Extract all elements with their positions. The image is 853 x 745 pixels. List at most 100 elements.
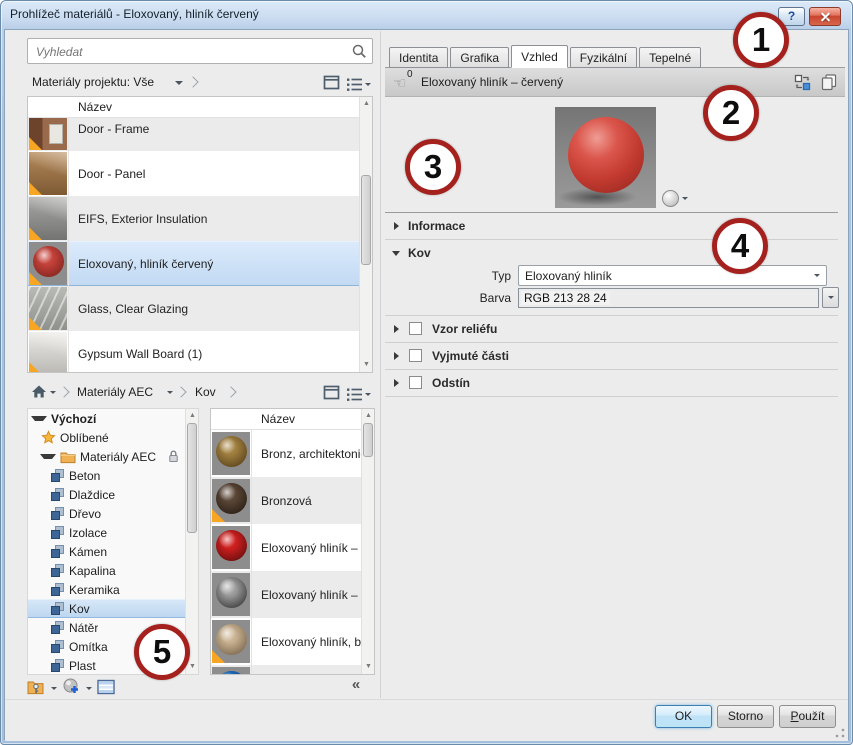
collapse-icon[interactable] [392, 251, 400, 256]
breadcrumb-chevron-icon [58, 386, 70, 398]
duplicate-asset-icon[interactable] [821, 74, 837, 94]
section-odstin[interactable]: Odstín [385, 370, 838, 396]
material-thumbnail [212, 573, 250, 616]
storno-button[interactable]: Storno [717, 705, 774, 728]
tree-item[interactable]: Izolace [28, 523, 198, 542]
warning-icon [29, 362, 42, 372]
breadcrumb-kov[interactable]: Kov [195, 385, 216, 399]
view-type-dropdown-icon[interactable] [365, 392, 371, 396]
scroll-up-icon[interactable]: ▲ [363, 410, 374, 422]
folder-icon [60, 449, 76, 465]
barva-dropdown-button[interactable] [822, 287, 839, 308]
typ-combobox[interactable]: Eloxovaný hliník [518, 265, 827, 286]
barva-color-swatch[interactable]: RGB 213 28 24 [518, 288, 819, 308]
expand-icon[interactable] [394, 222, 399, 230]
window-title: Prohlížeč materiálů - Eloxovaný, hliník … [10, 7, 259, 21]
tree-item[interactable]: Dlaždice [28, 485, 198, 504]
material-row[interactable]: Gypsum Wall Board (1) [28, 331, 359, 372]
expand-icon[interactable] [394, 352, 399, 360]
ok-button[interactable]: OK [655, 705, 712, 728]
manage-library-icon[interactable] [27, 679, 46, 698]
scroll-down-icon[interactable]: ▼ [187, 661, 198, 673]
material-row[interactable]: Bronz, architektonick [211, 430, 361, 477]
name-column-header[interactable]: Název [28, 97, 359, 118]
view-type-dropdown-icon[interactable] [365, 82, 371, 86]
create-material-icon[interactable] [62, 677, 81, 699]
section-vzor-reliefu[interactable]: Vzor reliéfu [385, 316, 838, 342]
panel-splitter[interactable] [380, 31, 381, 698]
expander-icon[interactable] [31, 416, 47, 421]
material-row[interactable]: Eloxovaný hliník – stř [211, 571, 361, 618]
tree-scrollbar[interactable]: ▲ ▼ [185, 409, 198, 674]
section-label: Odstín [432, 376, 470, 390]
tree-item[interactable]: Oblíbené [28, 428, 198, 447]
search-input[interactable] [34, 42, 348, 62]
name-column-header[interactable]: Název [211, 409, 361, 430]
material-row[interactable]: EIFS, Exterior Insulation [28, 196, 359, 241]
project-filter-label[interactable]: Materiály projektu: Vše [32, 75, 154, 89]
tab[interactable]: Tepelné [639, 47, 702, 68]
replace-asset-icon[interactable] [794, 74, 811, 94]
material-preview [555, 107, 656, 208]
tree-item[interactable]: Keramika [28, 580, 198, 599]
tree-item-label: Kámen [69, 544, 108, 559]
tab[interactable]: Identita [389, 47, 449, 68]
collapse-library-button[interactable]: « [344, 676, 368, 694]
section-informace[interactable]: Informace [385, 213, 838, 239]
odstin-checkbox[interactable] [409, 376, 422, 389]
material-row[interactable]: Door - Panel [28, 151, 359, 196]
filter-dropdown-icon[interactable] [175, 81, 183, 85]
create-material-dropdown-icon[interactable] [86, 686, 92, 690]
scrollbar-thumb[interactable] [187, 423, 197, 533]
aec-dropdown-icon[interactable] [167, 391, 173, 394]
scrollbar-thumb[interactable] [363, 423, 373, 457]
scroll-down-icon[interactable]: ▼ [361, 359, 372, 371]
manage-library-dropdown-icon[interactable] [51, 686, 57, 690]
tab[interactable]: Grafika [450, 47, 510, 68]
pouzit-button[interactable]: Použít [779, 705, 836, 728]
show-preview-pane-icon[interactable] [323, 74, 340, 94]
view-type-icon[interactable] [346, 387, 371, 402]
home-icon[interactable] [31, 384, 47, 402]
close-button[interactable] [809, 7, 841, 26]
tree-item-label: Dlaždice [69, 487, 116, 502]
material-row[interactable]: Bronzová [211, 477, 361, 524]
tree-item[interactable]: Kapalina [28, 561, 198, 580]
breadcrumb-aec[interactable]: Materiály AEC [77, 385, 153, 399]
section-label: Informace [408, 219, 466, 233]
show-preview-pane-icon[interactable] [323, 384, 340, 404]
home-dropdown-icon[interactable] [50, 391, 56, 394]
project-list-scrollbar[interactable]: ▲ ▼ [359, 97, 372, 372]
tree-item[interactable]: Materiály AEC [28, 447, 198, 466]
section-vyjmute-casti[interactable]: Vyjmuté části [385, 343, 838, 369]
expand-icon[interactable] [394, 325, 399, 333]
tree-item[interactable]: Kov [28, 599, 198, 618]
scroll-up-icon[interactable]: ▲ [361, 98, 372, 110]
tree-item[interactable]: Výchozí [28, 409, 198, 428]
material-row[interactable]: Eloxovaný hliník, bro [211, 618, 361, 665]
vzor-checkbox[interactable] [409, 322, 422, 335]
vyjmute-checkbox[interactable] [409, 349, 422, 362]
scroll-up-icon[interactable]: ▲ [187, 410, 198, 422]
material-row[interactable]: Eloxovaný hliník, mo [211, 665, 361, 674]
material-row[interactable]: Glass, Clear Glazing [28, 286, 359, 331]
tree-item-label: Omítka [69, 639, 108, 654]
scrollbar-thumb[interactable] [361, 175, 371, 265]
view-type-icon[interactable] [346, 77, 371, 92]
tree-item[interactable]: Beton [28, 466, 198, 485]
material-row[interactable]: Eloxovaný, hliník červený [28, 241, 359, 286]
tab[interactable]: Vzhled [511, 45, 568, 68]
expand-icon[interactable] [394, 379, 399, 387]
tree-item[interactable]: Dřevo [28, 504, 198, 523]
library-list-scrollbar[interactable]: ▲ ▼ [361, 409, 374, 674]
warning-icon [29, 182, 42, 195]
preview-scene-button[interactable] [662, 190, 688, 207]
scroll-down-icon[interactable]: ▼ [363, 661, 374, 673]
tree-item[interactable]: Kámen [28, 542, 198, 561]
open-editor-icon[interactable] [97, 679, 116, 698]
expander-icon[interactable] [40, 454, 56, 459]
tab[interactable]: Fyzikální [569, 47, 638, 68]
resize-grip-icon[interactable] [835, 728, 845, 738]
material-row[interactable]: Eloxovaný hliník – če [211, 524, 361, 571]
section-kov[interactable]: Kov [385, 240, 838, 266]
